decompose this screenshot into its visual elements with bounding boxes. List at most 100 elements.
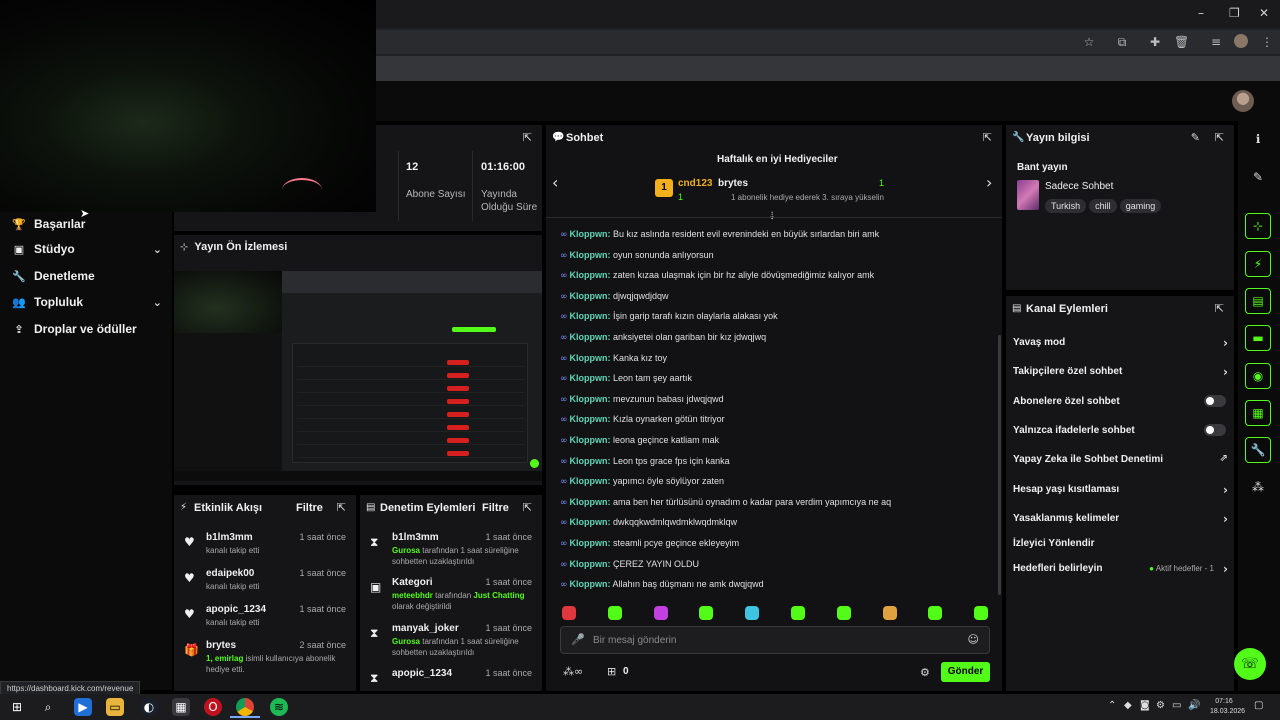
popout-icon[interactable]: ⇱ bbox=[523, 501, 532, 514]
avatar[interactable] bbox=[1232, 90, 1254, 112]
chat-username[interactable]: Kloppwn: bbox=[570, 353, 611, 363]
chat-username[interactable]: Kloppwn: bbox=[570, 476, 611, 486]
popout-icon[interactable]: ⇱ bbox=[983, 131, 992, 144]
emote-icon[interactable] bbox=[836, 606, 851, 620]
sidebar-item-moderation[interactable]: 🔧 Denetleme bbox=[12, 267, 95, 285]
chat-username[interactable]: Kloppwn: bbox=[570, 394, 611, 404]
activity-filter-button[interactable]: Filtre bbox=[296, 502, 323, 514]
close-button[interactable]: ✕ bbox=[1259, 6, 1269, 20]
chat-username[interactable]: Kloppwn: bbox=[570, 373, 611, 383]
emote-icon[interactable] bbox=[882, 606, 897, 620]
chat-scrollbar[interactable] bbox=[998, 335, 1001, 595]
network-icon[interactable]: ▭ bbox=[1172, 700, 1181, 711]
broadcast-icon[interactable]: ◉ bbox=[1245, 363, 1271, 389]
ai-moderation-row[interactable]: Yapay Zeka ile Sohbet Denetimi ⇗ bbox=[1013, 453, 1228, 465]
chat-icon[interactable]: ▬ bbox=[1245, 325, 1271, 351]
banned-words-row[interactable]: Yasaklanmış kelimeler › bbox=[1013, 512, 1228, 526]
chevron-left-icon[interactable]: ‹ bbox=[552, 173, 558, 192]
tray-overflow-icon[interactable]: ⌃ bbox=[1108, 700, 1116, 711]
sidebar-item-achievements[interactable]: 🏆 Başarılar bbox=[12, 215, 85, 233]
tray-app-icon[interactable]: ◆ bbox=[1124, 700, 1132, 711]
wrench-icon[interactable]: 🔧 bbox=[1245, 437, 1271, 463]
popout-icon[interactable]: ⇱ bbox=[523, 131, 532, 144]
add-widget-icon[interactable]: ⁂ bbox=[1245, 475, 1271, 501]
trash-icon[interactable]: 🗑 bbox=[1174, 35, 1189, 49]
spotify-icon[interactable]: ≋ bbox=[270, 698, 288, 716]
goals-row[interactable]: Hedefleri belirleyin ● Aktif hedefler - … bbox=[1013, 562, 1228, 576]
preview-toggle-icon[interactable]: ⊹ bbox=[1245, 213, 1271, 239]
chat-username[interactable]: Kloppwn: bbox=[570, 538, 611, 548]
chat-username[interactable]: Kloppwn: bbox=[570, 250, 611, 260]
chat-username[interactable]: Kloppwn: bbox=[570, 270, 611, 280]
lightning-icon[interactable]: ⚡ bbox=[1245, 251, 1271, 277]
chat-username[interactable]: Kloppwn: bbox=[570, 517, 611, 527]
kebab-menu-icon[interactable]: ⋮ bbox=[1260, 35, 1274, 49]
emote-icon[interactable] bbox=[791, 606, 805, 620]
chat-username[interactable]: Kloppwn: bbox=[570, 229, 611, 239]
emoji-icon[interactable]: ☺ bbox=[968, 633, 979, 646]
emote-icon[interactable] bbox=[928, 606, 943, 620]
subscribers-only-toggle[interactable] bbox=[1204, 395, 1226, 407]
document-icon[interactable]: ▤ bbox=[1245, 288, 1271, 314]
puzzle-icon[interactable]: ✚ bbox=[1148, 35, 1162, 49]
calculator-icon[interactable]: ▦ bbox=[172, 698, 190, 716]
chat-username[interactable]: Kloppwn: bbox=[570, 332, 611, 342]
account-age-row[interactable]: Hesap yaşı kısıtlaması › bbox=[1013, 483, 1228, 497]
chevron-right-icon[interactable]: › bbox=[986, 173, 992, 192]
chat-username[interactable]: Kloppwn: bbox=[570, 579, 611, 589]
slow-mode-row[interactable]: Yavaş mod › bbox=[1013, 336, 1228, 350]
send-button[interactable]: Gönder bbox=[941, 662, 990, 682]
popout-icon[interactable]: ⇱ bbox=[337, 501, 346, 514]
cortana-icon[interactable]: ▶ bbox=[74, 698, 92, 716]
mic-icon[interactable]: 🎤 bbox=[571, 633, 585, 646]
emote-icon[interactable] bbox=[745, 606, 760, 620]
layout-icon[interactable]: ▦ bbox=[1245, 400, 1271, 426]
chat-username[interactable]: Kloppwn: bbox=[570, 311, 611, 321]
followers-only-row[interactable]: Takipçilere özel sohbet › bbox=[1013, 365, 1228, 379]
chat-username[interactable]: Kloppwn: bbox=[570, 497, 611, 507]
profile-avatar[interactable] bbox=[1234, 34, 1248, 48]
edit-icon[interactable]: ✎ bbox=[1191, 131, 1200, 144]
volume-icon[interactable]: 🔊 bbox=[1188, 700, 1200, 711]
menu-icon[interactable]: ≡ bbox=[1209, 35, 1223, 49]
tray-app-icon[interactable]: ⚙ bbox=[1156, 700, 1165, 711]
opera-icon[interactable]: O bbox=[204, 698, 222, 716]
stream-preview[interactable] bbox=[174, 271, 542, 481]
chat-username[interactable]: Kloppwn: bbox=[570, 291, 611, 301]
message-input[interactable]: 🎤 Bir mesaj gönderin ☺ bbox=[560, 626, 990, 654]
star-icon[interactable]: ☆ bbox=[1082, 35, 1096, 49]
raid-row[interactable]: İzleyici Yönlendir bbox=[1013, 538, 1228, 549]
extensions-icon[interactable]: ⧉ bbox=[1115, 35, 1129, 49]
chat-username[interactable]: Kloppwn: bbox=[570, 414, 611, 424]
maximize-button[interactable]: ❐ bbox=[1229, 6, 1240, 20]
files-icon[interactable]: ▭ bbox=[106, 698, 124, 716]
emote-icon[interactable] bbox=[653, 606, 668, 620]
infinity-icon[interactable]: ⁂∞ bbox=[563, 665, 583, 678]
sidebar-item-community[interactable]: 👥 Topluluk ⌄ bbox=[12, 293, 162, 311]
emotes-only-toggle[interactable] bbox=[1204, 424, 1226, 436]
address-bar[interactable] bbox=[376, 30, 1280, 54]
moderation-filter-button[interactable]: Filtre bbox=[482, 502, 509, 514]
info-icon[interactable]: ℹ bbox=[1245, 127, 1271, 153]
gear-icon[interactable]: ⚙ bbox=[920, 666, 930, 679]
search-icon[interactable]: ⌕ bbox=[39, 698, 57, 716]
sidebar-item-drops[interactable]: ⇪ Droplar ve ödüller bbox=[12, 320, 136, 338]
notification-icon[interactable]: ▢ bbox=[1254, 700, 1263, 711]
edit-icon[interactable]: ✎ bbox=[1245, 165, 1271, 191]
sidebar-item-studio[interactable]: ▣ Stüdyo ⌄ bbox=[12, 240, 162, 258]
chat-username[interactable]: Kloppwn: bbox=[570, 559, 611, 569]
minimize-button[interactable]: – bbox=[1198, 6, 1204, 20]
emote-icon[interactable] bbox=[699, 606, 714, 620]
chat-username[interactable]: Kloppwn: bbox=[570, 456, 611, 466]
chrome-icon[interactable] bbox=[236, 698, 254, 716]
clock[interactable]: 07:16 18.03.2026 bbox=[1210, 697, 1245, 717]
chat-username[interactable]: Kloppwn: bbox=[570, 435, 611, 445]
emote-icon[interactable] bbox=[974, 606, 989, 620]
emote-icon[interactable] bbox=[607, 606, 622, 620]
help-icon[interactable]: ☏ bbox=[1234, 648, 1266, 680]
emote-icon[interactable] bbox=[562, 606, 576, 620]
popout-icon[interactable]: ⇱ bbox=[1215, 302, 1224, 315]
steam-icon[interactable]: ◐ bbox=[140, 698, 158, 716]
popout-icon[interactable]: ⇱ bbox=[1215, 131, 1224, 144]
gift-icon[interactable]: ⊞ bbox=[607, 665, 616, 678]
